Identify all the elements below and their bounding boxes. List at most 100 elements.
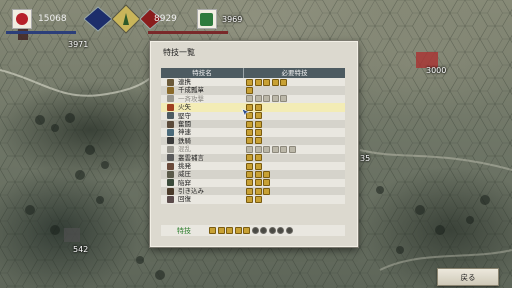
skill-pip	[254, 154, 262, 162]
skill-icon	[167, 78, 174, 86]
skill-pip	[246, 170, 253, 178]
skill-pip	[271, 145, 279, 153]
footer-pip	[243, 227, 250, 234]
footer-pip	[234, 227, 242, 234]
skill-row[interactable]: 火矢	[161, 103, 345, 112]
skill-pip	[254, 129, 262, 137]
required-skill-pips	[243, 120, 345, 128]
skill-name-cell: 火矢	[161, 103, 243, 111]
skill-name: 神速	[178, 128, 191, 137]
skill-icon	[167, 129, 174, 137]
col-skill-name: 特技名	[161, 68, 244, 78]
skill-pip	[263, 187, 270, 195]
skill-icon	[167, 154, 174, 162]
required-skill-pips	[243, 195, 345, 204]
skill-pip	[280, 95, 287, 103]
skill-pip	[246, 120, 253, 128]
skill-pip	[263, 179, 270, 187]
skill-icon	[167, 170, 174, 178]
skill-footer: 特技	[161, 225, 345, 236]
skill-name: 千成瓢箪	[178, 86, 204, 95]
footer-pips	[209, 227, 294, 234]
skill-name-cell: 陥穽	[161, 179, 243, 187]
skill-row[interactable]: 千成瓢箪	[161, 86, 345, 95]
required-skill-pips	[243, 86, 345, 95]
skill-icon	[167, 179, 174, 187]
skill-row[interactable]: 陥穽	[161, 178, 345, 188]
skill-pip	[280, 145, 287, 153]
skill-name: 混乱	[178, 145, 191, 154]
skill-pip	[263, 170, 270, 178]
skill-name-cell: 奮闘	[161, 120, 243, 128]
skill-pip	[271, 78, 279, 86]
skill-pip	[246, 162, 253, 170]
required-skill-pips	[243, 128, 345, 137]
skill-name-cell: 千成瓢箪	[161, 86, 243, 94]
skill-name: 威圧	[178, 170, 191, 179]
pointer-cursor-icon	[241, 108, 250, 117]
skill-pip	[280, 78, 287, 86]
skill-name: 陥穽	[178, 178, 191, 187]
left-army-status: 15068	[12, 8, 73, 30]
skill-pip	[254, 179, 262, 187]
skill-icon	[167, 162, 174, 170]
skill-pip	[254, 103, 262, 111]
skill-pip	[254, 112, 262, 120]
skill-name-cell: 一斉攻撃	[161, 95, 243, 103]
skill-name-cell: 鉄騎	[161, 137, 243, 145]
required-skill-pips	[243, 179, 345, 187]
skill-pip	[254, 120, 262, 128]
footer-pip-empty	[268, 227, 276, 234]
skill-icon	[167, 87, 174, 95]
skill-row[interactable]: 一斉攻撃	[161, 94, 345, 104]
back-button[interactable]: 戻る	[437, 268, 499, 286]
required-skill-pips	[243, 103, 345, 111]
skill-pip	[246, 179, 253, 187]
skill-name: 回復	[178, 195, 191, 204]
skill-pip	[254, 170, 262, 178]
unit-strength-label: 3971	[68, 40, 89, 49]
skill-pip	[246, 78, 253, 86]
footer-pip	[209, 227, 216, 234]
skill-name: 火矢	[178, 103, 191, 112]
footer-pip	[226, 227, 233, 234]
skill-pip	[263, 95, 270, 103]
skill-pip	[246, 129, 253, 137]
unit-strength-label: 542	[73, 245, 89, 254]
footer-label: 特技	[177, 226, 191, 235]
skill-row[interactable]: 回復	[161, 195, 345, 204]
skill-pip	[246, 95, 253, 103]
left-clan-crest	[12, 9, 32, 29]
skill-pip	[263, 78, 270, 86]
skill-pip	[288, 145, 296, 153]
skill-icon	[167, 120, 174, 128]
skill-icon	[167, 196, 174, 204]
skill-name-cell: 引き込み	[161, 187, 243, 195]
skill-rows: 連携 千成瓢箪 一斉攻撃 火矢 堅守 奮闘 神速 鉄騎 混乱 叢雲補言 挑発 威圧 陥穽 引き込み 回復	[161, 78, 345, 204]
skill-pip	[254, 95, 262, 103]
required-skill-pips	[243, 78, 345, 86]
skill-row[interactable]: 神速	[161, 128, 345, 137]
skill-name: 堅守	[178, 111, 191, 120]
skill-row[interactable]: 鉄騎	[161, 136, 345, 146]
skill-row[interactable]: 叢雲補言	[161, 153, 345, 162]
skill-icon	[167, 103, 174, 111]
skill-row[interactable]: 混乱	[161, 145, 345, 154]
skill-name: 叢雲補言	[178, 153, 204, 162]
required-skill-pips	[243, 162, 345, 170]
skill-row[interactable]: 威圧	[161, 170, 345, 179]
skill-list-dialog: 特技一覧 特技名 必要特技 連携 千成瓢箪 一斉攻撃 火矢 堅守 奮闘 神速 鉄騎 混乱 叢雲補言…	[150, 41, 358, 247]
skill-pip	[254, 196, 262, 204]
skill-icon	[167, 137, 174, 145]
skill-row[interactable]: 堅守	[161, 111, 345, 120]
skill-name-cell: 挑発	[161, 162, 243, 170]
required-skill-pips	[243, 145, 345, 153]
skill-name-cell: 回復	[161, 195, 243, 203]
required-skill-pips	[243, 154, 345, 162]
skill-pip	[254, 162, 262, 170]
required-skill-pips	[243, 137, 345, 145]
unit-strength-label: 35	[360, 154, 371, 163]
footer-pip	[217, 227, 225, 234]
footer-pip-empty	[277, 227, 284, 234]
required-skill-pips	[243, 187, 345, 195]
